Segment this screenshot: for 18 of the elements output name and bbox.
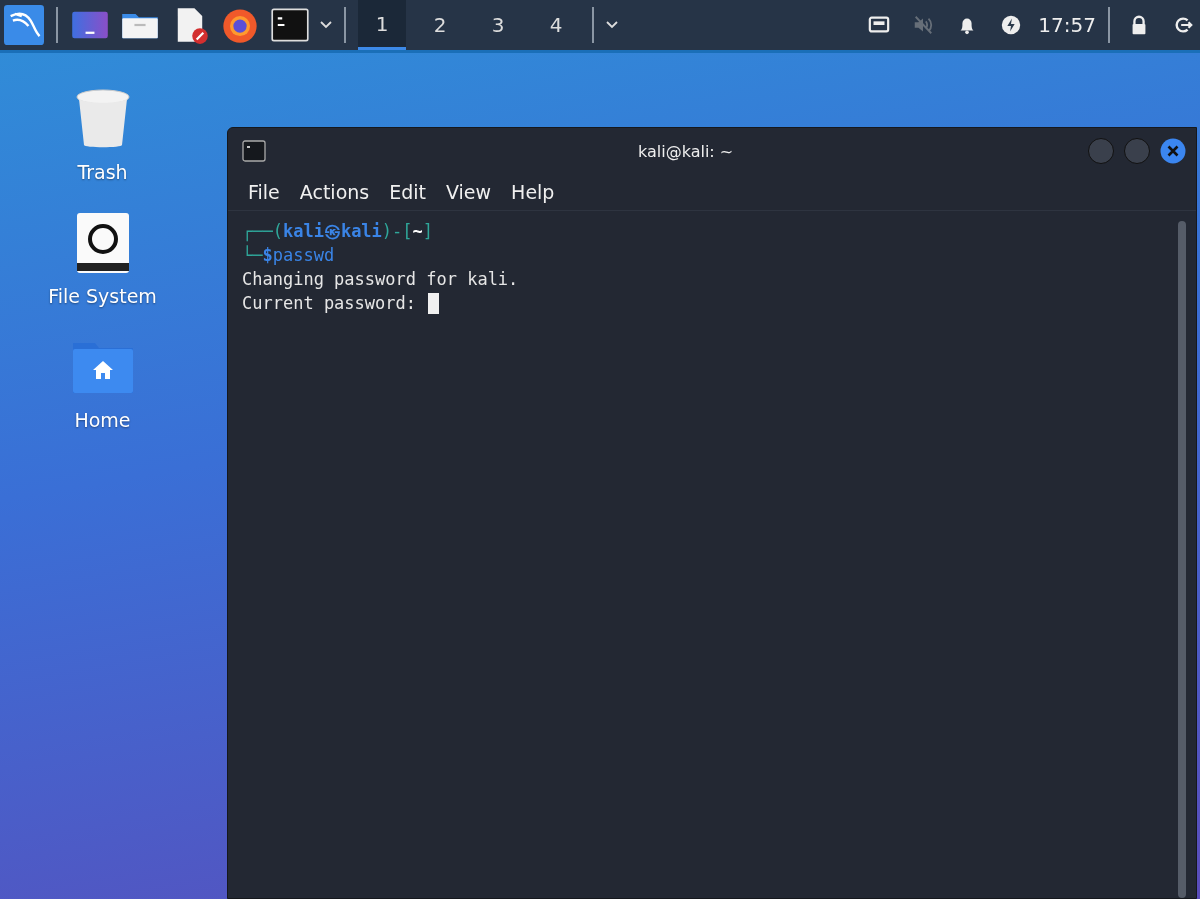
window-title: kali@kali: ~ — [638, 141, 734, 161]
desktop-icon-label[interactable]: File System — [48, 285, 157, 307]
menu-item[interactable]: Actions — [291, 179, 378, 205]
workspace-button[interactable]: 4 — [532, 0, 580, 50]
clock[interactable]: 17:57 — [1038, 13, 1096, 37]
menu-item[interactable]: Edit — [381, 179, 434, 205]
output-line: Current password: — [242, 292, 416, 315]
prompt-line: ┌──(kali㉿kali)-[~] — [242, 220, 435, 243]
desktop-icon-label[interactable]: Home — [74, 409, 131, 431]
output-line: Changing password for kali. — [242, 268, 519, 291]
menu-item[interactable]: Help — [503, 179, 563, 205]
desktop-icon-label[interactable]: Trash — [77, 161, 128, 183]
workspace-button[interactable]: 3 — [474, 0, 522, 50]
workspace-button[interactable]: 1 — [358, 0, 406, 50]
workspace-button[interactable]: 2 — [416, 0, 464, 50]
menu-item[interactable]: View — [438, 179, 500, 205]
command-line: └─$passwd — [242, 244, 336, 267]
menu-item[interactable]: File — [240, 179, 288, 205]
